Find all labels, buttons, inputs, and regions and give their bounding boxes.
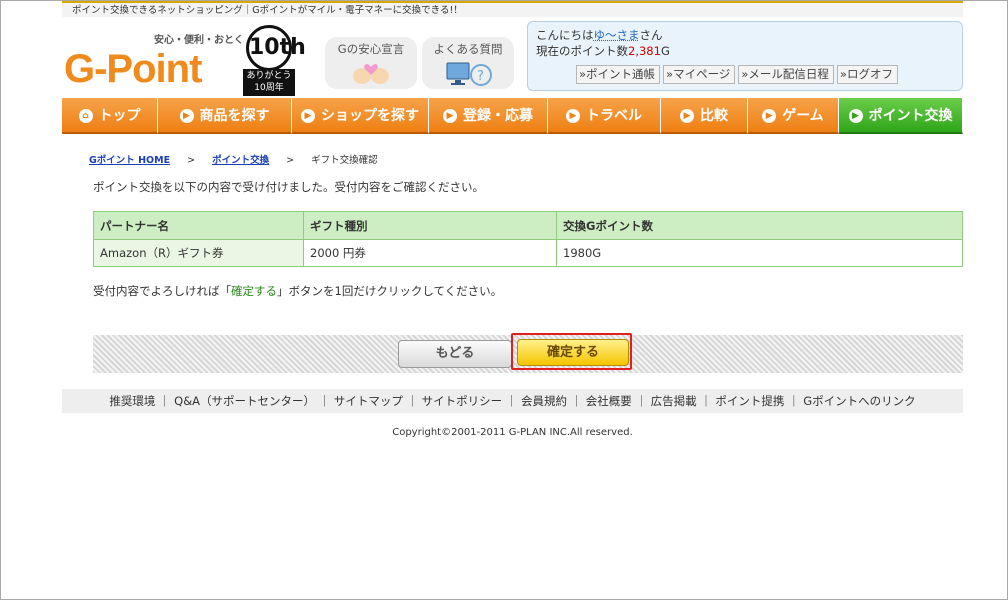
breadcrumb-separator: >: [286, 155, 295, 166]
top-strip: ポイント交換できるネットショッピング｜Gポイントがマイル・電子マネーに交換できる…: [62, 1, 963, 17]
nav-search-products-label: 商品を探す: [199, 108, 270, 124]
faq-label: よくある質問: [433, 42, 503, 56]
greeting-suffix: さん: [639, 28, 663, 42]
play-icon: ▶: [443, 109, 457, 123]
nav-search-shops[interactable]: ▶ ショップを探す: [292, 98, 429, 134]
point-passbook-link[interactable]: »ポイント通帳: [576, 65, 661, 84]
anniversary-ribbon: ありがとう 10周年: [243, 69, 295, 96]
nav-top-label: トップ: [98, 108, 141, 124]
member-info-box: こんにちはゆ〜さまさん 現在のポイント数2,381G »ポイント通帳 »マイページ…: [527, 21, 963, 91]
hands-heart-icon: [325, 61, 417, 90]
logo[interactable]: 安心・便利・おとく G-Point 10th ありがとう 10周年: [62, 21, 306, 97]
nav-game-label: ゲーム: [782, 108, 824, 124]
anniversary-badge: 10th ありがとう 10周年: [243, 21, 306, 97]
footer-link-sitemap[interactable]: サイトマップ: [334, 394, 403, 408]
nav-travel[interactable]: ▶ トラベル: [548, 98, 661, 134]
back-button[interactable]: もどる: [398, 340, 512, 368]
svg-text:?: ?: [477, 69, 484, 84]
nav-top[interactable]: ⌂ トップ: [62, 98, 158, 134]
member-links: »ポイント通帳 »マイページ »メール配信日程 »ログオフ: [576, 65, 901, 84]
nav-point-exchange-label: ポイント交換: [868, 108, 953, 124]
mail-schedule-link[interactable]: »メール配信日程: [738, 65, 834, 84]
header-points: 交換Gポイント数: [556, 211, 963, 240]
computer-question-icon: ?: [422, 61, 514, 92]
anniversary-number: 10th: [246, 25, 306, 71]
cell-partner: Amazon（R）ギフト券: [93, 239, 304, 267]
confirm-button[interactable]: 確定する: [517, 339, 629, 366]
footer-links: 推奨環境 ｜ Q&A（サポートセンター） ｜ サイトマップ ｜ サイトポリシー …: [62, 389, 963, 413]
received-message: ポイント交換を以下の内容で受け付けました。受付内容をご確認ください。: [93, 180, 484, 194]
breadcrumb: Gポイント HOME > ポイント交換 > ギフト交換確認: [89, 152, 378, 166]
footer-link-partnership[interactable]: ポイント提携: [715, 394, 784, 408]
footer-link-company[interactable]: 会社概要: [586, 394, 632, 408]
nav-search-products[interactable]: ▶ 商品を探す: [158, 98, 292, 134]
greeting-prefix: こんにちは: [536, 28, 594, 42]
footer-link-qa[interactable]: Q&A（サポートセンター）: [174, 394, 315, 408]
faq-button[interactable]: よくある質問 ?: [422, 37, 514, 89]
points-unit: G: [660, 44, 670, 58]
play-icon: ▶: [848, 109, 863, 123]
logo-brand: G-Point: [64, 47, 202, 91]
instruction-message: 受付内容でよろしければ「確定する」ボタンを1回だけクリックしてください。: [93, 283, 502, 299]
nav-search-shops-label: ショップを探す: [321, 108, 419, 124]
cell-points: 1980G: [556, 239, 963, 267]
instruction-highlight: 確定する: [231, 284, 277, 298]
nav-game[interactable]: ▶ ゲーム: [748, 98, 839, 134]
table-header-row: パートナー名 ギフト種別 交換Gポイント数: [93, 211, 963, 240]
footer-link-link-to-gpoint[interactable]: Gポイントへのリンク: [803, 394, 915, 408]
play-icon: ▶: [301, 109, 315, 123]
instruction-after: 」ボタンを1回だけクリックしてください。: [277, 284, 503, 298]
copyright: Copyright©2001-2011 G-PLAN INC.All reser…: [392, 427, 633, 438]
points-value: 2,381: [628, 44, 661, 58]
play-icon: ▶: [762, 109, 777, 123]
exchange-table: パートナー名 ギフト種別 交換Gポイント数 Amazon（R）ギフト券 2000…: [93, 211, 963, 267]
safety-declaration-button[interactable]: Gの安心宣言: [325, 37, 417, 89]
footer-link-environment[interactable]: 推奨環境: [109, 394, 155, 408]
safety-declaration-label: Gの安心宣言: [337, 42, 405, 56]
nav-compare[interactable]: ▶ 比較: [661, 98, 748, 134]
breadcrumb-separator: >: [187, 155, 196, 166]
nav-point-exchange[interactable]: ▶ ポイント交換: [839, 98, 963, 134]
nav-register-apply-label: 登録・応募: [463, 108, 533, 124]
instruction-before: 受付内容でよろしければ「: [93, 284, 231, 298]
points-line: 現在のポイント数2,381G: [536, 43, 670, 59]
logo-tagline: 安心・便利・おとく: [154, 35, 244, 46]
table-row: Amazon（R）ギフト券 2000 円券 1980G: [93, 239, 963, 267]
logoff-link[interactable]: »ログオフ: [836, 65, 898, 84]
footer-link-terms[interactable]: 会員規約: [521, 394, 567, 408]
header-partner: パートナー名: [93, 211, 304, 240]
play-icon: ▶: [566, 109, 580, 123]
home-icon: ⌂: [78, 109, 93, 123]
footer-link-advertising[interactable]: 広告掲載: [651, 394, 697, 408]
greeting: こんにちはゆ〜さまさん: [536, 27, 663, 43]
breadcrumb-current: ギフト交換確認: [311, 155, 378, 166]
main-nav: ⌂ トップ ▶ 商品を探す ▶ ショップを探す ▶ 登録・応募 ▶ トラベル ▶ 比較 ▶ ゲーム ▶ ポイン…: [62, 98, 963, 136]
action-bar: もどる 確定する: [93, 333, 963, 373]
breadcrumb-exchange-link[interactable]: ポイント交換: [212, 155, 269, 166]
breadcrumb-home-link[interactable]: Gポイント HOME: [89, 155, 170, 166]
nav-compare-label: 比較: [700, 108, 728, 124]
mypage-link[interactable]: »マイページ: [663, 65, 736, 84]
play-icon: ▶: [680, 109, 694, 123]
nav-register-apply[interactable]: ▶ 登録・応募: [429, 98, 548, 134]
play-icon: ▶: [179, 109, 194, 123]
anniversary-line2: 10周年: [254, 83, 284, 93]
points-prefix: 現在のポイント数: [536, 44, 628, 58]
footer-link-site-policy[interactable]: サイトポリシー: [422, 394, 503, 408]
header-gift-type: ギフト種別: [303, 211, 557, 240]
username[interactable]: ゆ〜さま: [594, 28, 640, 42]
cell-gift-type: 2000 円券: [303, 239, 557, 267]
confirm-button-highlight: 確定する: [511, 333, 632, 370]
nav-travel-label: トラベル: [586, 108, 642, 124]
anniversary-line1: ありがとう: [246, 71, 292, 81]
